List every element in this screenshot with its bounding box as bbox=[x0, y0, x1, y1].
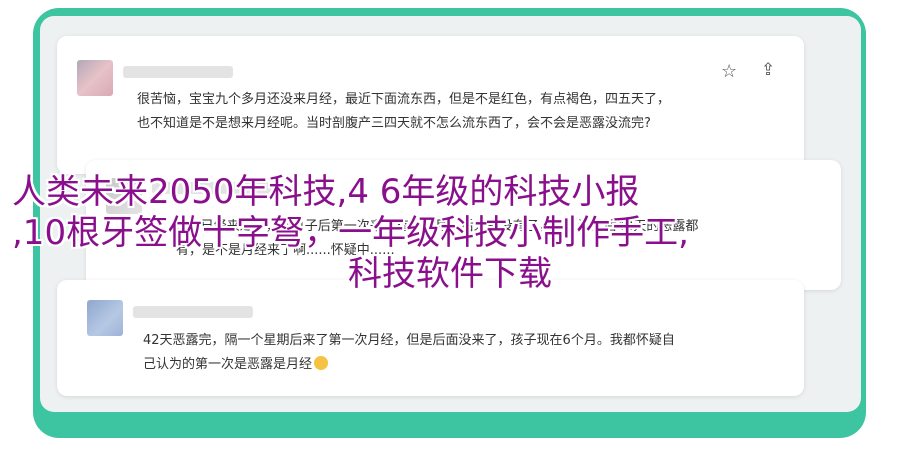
comment-text: 很苦恼，宝宝九个多月还没来月经，最近下面流东西，但是不是红色，有点褐色，四五天了… bbox=[137, 88, 797, 136]
overlay-line: 人类未来2050年科技,4 6年级的科技小报 bbox=[12, 172, 640, 212]
username-blurred[interactable] bbox=[133, 306, 253, 318]
comment-line: 己认为的第一次是恶露是月经 bbox=[143, 353, 793, 377]
share-icon[interactable]: ⇪ bbox=[761, 60, 775, 80]
username-blurred[interactable] bbox=[123, 66, 233, 78]
avatar[interactable] bbox=[87, 300, 123, 336]
overlay-line: 科技软件下载 bbox=[348, 254, 552, 294]
overlay-title: 人类未来2050年科技,4 6年级的科技小报 ,10根牙签做十字弩，一年级科技小… bbox=[8, 172, 892, 295]
comment-line: 也不知道是不是想来月经呢。当时剖腹产三四天就不怎么流东西了，会不会是恶露没流完? bbox=[137, 116, 651, 131]
emoji-icon bbox=[314, 356, 329, 370]
comment-card: 42天恶露完，隔一个星期后来了第一次月经，但是后面没来了，孩子现在6个月。我都怀… bbox=[57, 280, 804, 396]
comment-line: 42天恶露完，隔一个星期后来了第一次月经，但是后面没来了，孩子现在6个月。我都怀… bbox=[143, 333, 675, 348]
star-icon[interactable]: ☆ bbox=[721, 61, 737, 82]
comment-line: 很苦恼，宝宝九个多月还没来月经，最近下面流东西，但是不是红色，有点褐色，四五天了… bbox=[137, 92, 671, 107]
avatar[interactable] bbox=[77, 60, 113, 96]
comment-line-text: 己认为的第一次是恶露是月经 bbox=[143, 357, 313, 372]
comment-text: 42天恶露完，隔一个星期后来了第一次月经，但是后面没来了，孩子现在6个月。我都怀… bbox=[143, 329, 793, 377]
comment-card: ☆ ⇪ 很苦恼，宝宝九个多月还没来月经，最近下面流东西，但是不是红色，有点褐色，… bbox=[57, 36, 804, 174]
overlay-line: ,10根牙签做十字弩，一年级科技小制作手工, bbox=[12, 213, 689, 253]
